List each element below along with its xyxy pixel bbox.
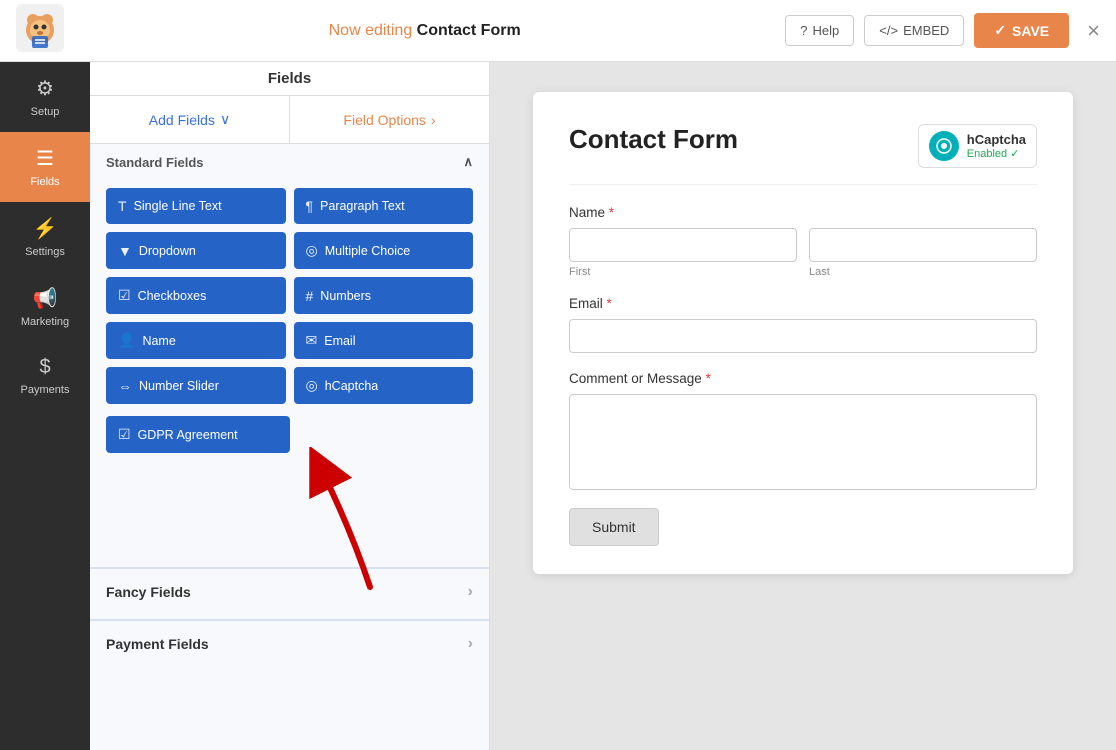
first-name-input[interactable]: [569, 228, 797, 262]
captcha-icon: ◎: [306, 377, 318, 394]
hcaptcha-label: hCaptcha: [967, 132, 1026, 147]
field-btn-multiple-choice[interactable]: ◎ Multiple Choice: [294, 232, 474, 269]
tab-add-fields[interactable]: Add Fields ∨: [90, 96, 289, 143]
topbar-actions: ? Help </> EMBED ✓ SAVE ×: [785, 13, 1100, 48]
form-preview-title: Contact Form: [569, 124, 738, 155]
submit-button[interactable]: Submit: [569, 508, 659, 546]
form-card: Contact Form hCaptcha Enabled ✓: [533, 92, 1073, 574]
payment-fields-section: Payment Fields ›: [90, 619, 489, 667]
chevron-right-icon: ›: [468, 583, 473, 601]
gdpr-icon: ☑: [118, 426, 131, 443]
check-icon: ✓: [994, 22, 1006, 39]
chevron-up-icon: ∧: [463, 154, 473, 170]
paragraph-icon: ¶: [306, 198, 314, 214]
form-field-name: Name * First Last: [569, 205, 1037, 278]
dropdown-icon: ▼: [118, 243, 132, 259]
radio-icon: ◎: [306, 242, 318, 259]
sidebar-item-setup[interactable]: ⚙ Setup: [0, 62, 90, 132]
name-label: Name *: [569, 205, 1037, 220]
name-row: First Last: [569, 228, 1037, 278]
standard-fields-section: Standard Fields ∧: [90, 144, 489, 180]
required-asterisk: *: [605, 205, 614, 220]
sidebar-item-marketing[interactable]: 📢 Marketing: [0, 272, 90, 342]
topbar-title: Now editing Contact Form: [64, 22, 785, 40]
marketing-icon: 📢: [33, 286, 58, 311]
sidebar-item-settings[interactable]: ⚡ Settings: [0, 202, 90, 272]
last-name-label: Last: [809, 266, 1037, 278]
fields-panel-scroll: Standard Fields ∧ T Single Line Text ¶ P…: [90, 144, 489, 750]
hcaptcha-status: Enabled ✓: [967, 147, 1026, 160]
field-btn-single-line-text[interactable]: T Single Line Text: [106, 188, 286, 224]
topbar: Now editing Contact Form ? Help </> EMBE…: [0, 0, 1116, 62]
field-btn-gdpr[interactable]: ☑ GDPR Agreement: [106, 416, 290, 453]
chevron-right-icon: ›: [431, 112, 436, 128]
field-buttons-grid: T Single Line Text ¶ Paragraph Text ▼ Dr…: [90, 180, 489, 416]
form-preview: Contact Form hCaptcha Enabled ✓: [490, 62, 1116, 750]
fields-panel: Fields Add Fields ∨ Field Options › Stan…: [90, 62, 490, 750]
last-name-col: Last: [809, 228, 1037, 278]
checkbox-icon: ☑: [118, 287, 131, 304]
email-label: Email *: [569, 296, 1037, 311]
field-btn-dropdown[interactable]: ▼ Dropdown: [106, 232, 286, 269]
comment-label: Comment or Message *: [569, 371, 1037, 386]
field-btn-email[interactable]: ✉ Email: [294, 322, 474, 359]
help-button[interactable]: ? Help: [785, 15, 854, 46]
chevron-down-icon: ∨: [220, 111, 230, 128]
field-btn-number-slider[interactable]: ⇔ Number Slider: [106, 367, 286, 404]
numbers-icon: #: [306, 288, 314, 304]
tab-field-options[interactable]: Field Options ›: [289, 96, 489, 143]
first-name-label: First: [569, 266, 797, 278]
field-btn-numbers[interactable]: # Numbers: [294, 277, 474, 314]
fields-tabs: Add Fields ∨ Field Options ›: [90, 96, 489, 144]
text-icon: T: [118, 198, 127, 214]
first-name-col: First: [569, 228, 797, 278]
last-name-input[interactable]: [809, 228, 1037, 262]
field-btn-name[interactable]: 👤 Name: [106, 322, 286, 359]
panel-title: Fields: [90, 62, 489, 96]
form-field-email: Email *: [569, 296, 1037, 353]
slider-icon: ⇔: [118, 378, 132, 394]
email-input[interactable]: [569, 319, 1037, 353]
field-btn-checkboxes[interactable]: ☑ Checkboxes: [106, 277, 286, 314]
embed-icon: </>: [879, 23, 898, 38]
field-btn-paragraph-text[interactable]: ¶ Paragraph Text: [294, 188, 474, 224]
sidebar-item-payments[interactable]: $ Payments: [0, 342, 90, 410]
payment-fields-row[interactable]: Payment Fields ›: [90, 620, 489, 667]
sidebar-nav: ⚙ Setup ☰ Fields ⚡ Settings 📢 Marketing …: [0, 62, 90, 750]
embed-button[interactable]: </> EMBED: [864, 15, 964, 46]
person-icon: 👤: [118, 332, 135, 349]
close-button[interactable]: ×: [1087, 18, 1100, 44]
fields-icon: ☰: [36, 146, 54, 171]
comment-input[interactable]: [569, 394, 1037, 490]
hcaptcha-badge: hCaptcha Enabled ✓: [918, 124, 1037, 168]
logo: [16, 4, 64, 57]
chevron-right-icon: ›: [468, 635, 473, 653]
main-layout: ⚙ Setup ☰ Fields ⚡ Settings 📢 Marketing …: [0, 62, 1116, 750]
fancy-fields-section: Fancy Fields ›: [90, 567, 489, 615]
hcaptcha-icon: [929, 131, 959, 161]
settings-icon: ⚡: [33, 216, 58, 241]
sidebar-item-fields[interactable]: ☰ Fields: [0, 132, 90, 202]
dollar-icon: $: [39, 356, 50, 379]
question-icon: ?: [800, 23, 807, 38]
required-asterisk: *: [702, 371, 711, 386]
save-button[interactable]: ✓ SAVE: [974, 13, 1069, 48]
checkmark-icon: ✓: [1010, 148, 1019, 160]
field-btn-hcaptcha[interactable]: ◎ hCaptcha: [294, 367, 474, 404]
gear-icon: ⚙: [36, 76, 54, 101]
form-divider: [569, 184, 1037, 185]
email-icon: ✉: [306, 332, 318, 349]
required-asterisk: *: [603, 296, 612, 311]
fancy-fields-row[interactable]: Fancy Fields ›: [90, 568, 489, 615]
form-field-comment: Comment or Message *: [569, 371, 1037, 490]
form-card-header: Contact Form hCaptcha Enabled ✓: [569, 124, 1037, 168]
